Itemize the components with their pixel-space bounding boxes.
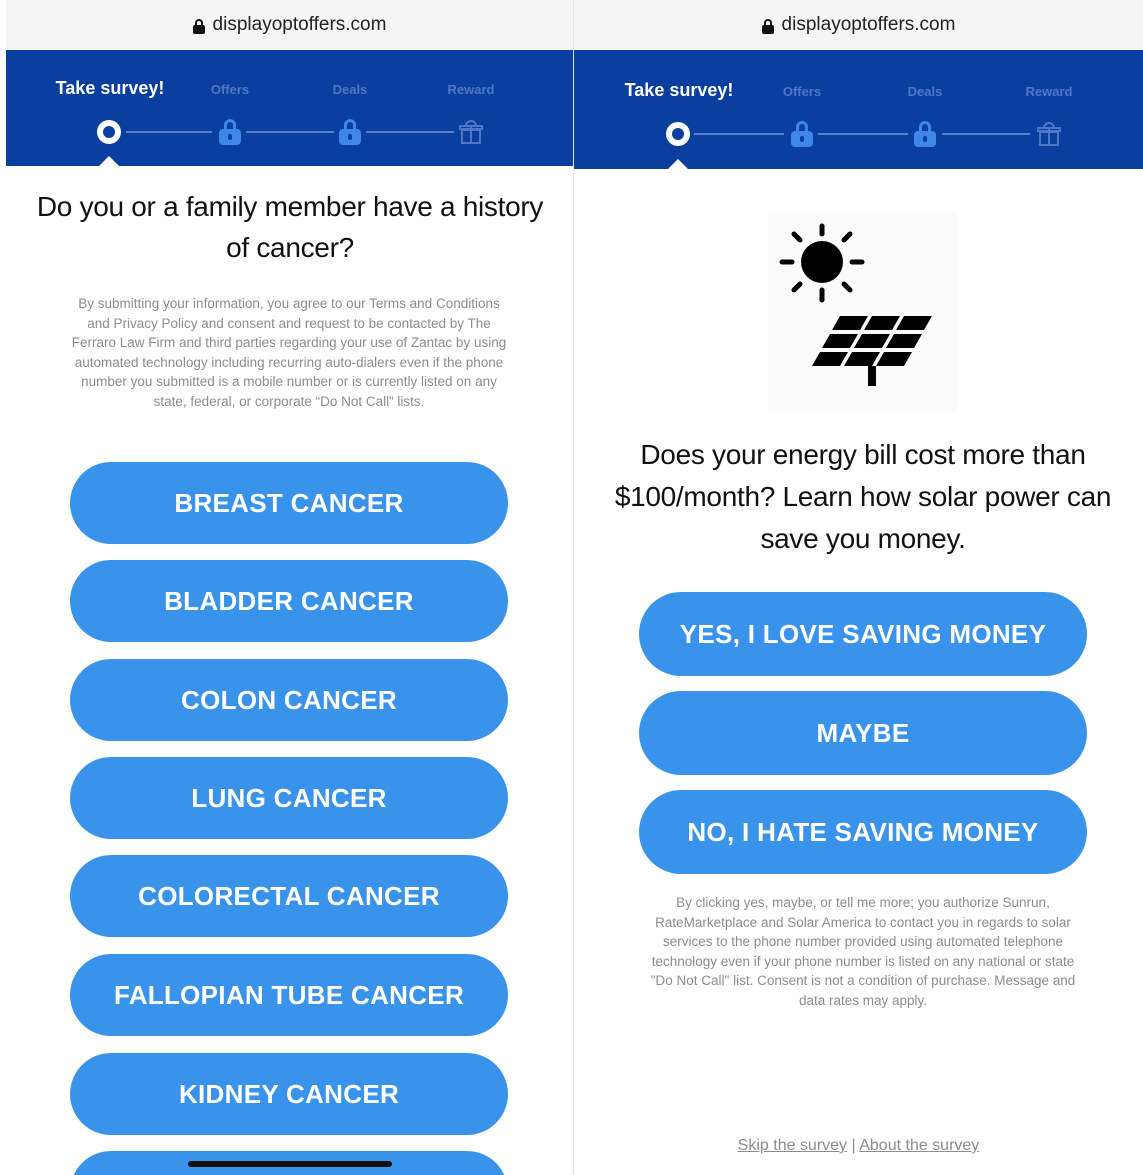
step-pointer xyxy=(98,156,120,167)
progress-line xyxy=(942,133,1030,135)
home-indicator[interactable] xyxy=(188,1161,392,1167)
answer-kidney-cancer[interactable]: KIDNEY CANCER xyxy=(70,1053,508,1135)
progress-line xyxy=(366,131,454,133)
current-step-indicator xyxy=(666,122,690,146)
lock-icon xyxy=(761,18,774,34)
step-offers: Offers xyxy=(782,84,822,99)
answer-no[interactable]: NO, I HATE SAVING MONEY xyxy=(639,790,1087,874)
answer-maybe[interactable]: MAYBE xyxy=(639,691,1087,775)
about-survey-link[interactable]: About the survey xyxy=(859,1137,979,1154)
url-bar[interactable]: displayoptoffers.com xyxy=(6,0,573,50)
progress-line xyxy=(246,131,334,133)
current-step-indicator xyxy=(97,120,121,144)
progress-header: Take survey! Offers Deals Reward xyxy=(574,50,1143,170)
footer-links: Skip the survey | About the survey xyxy=(574,1137,1143,1155)
consent-disclaimer: By clicking yes, maybe, or tell me more;… xyxy=(650,895,1076,1008)
lock-icon xyxy=(192,18,205,34)
answer-yes[interactable]: YES, I LOVE SAVING MONEY xyxy=(639,592,1087,676)
url-text: displayoptoffers.com xyxy=(212,14,387,35)
answer-lung-cancer[interactable]: LUNG CANCER xyxy=(70,757,508,839)
answer-fallopian-tube-cancer[interactable]: FALLOPIAN TUBE CANCER xyxy=(70,954,508,1036)
left-survey-screen: displayoptoffers.com Take survey! Offers… xyxy=(6,0,573,1175)
gift-icon xyxy=(1037,122,1061,146)
progress-header: Take survey! Offers Deals Reward xyxy=(6,50,573,167)
answer-colon-cancer[interactable]: COLON CANCER xyxy=(70,659,508,741)
survey-question: Do you or a family member have a history… xyxy=(36,191,544,263)
answer-breast-cancer[interactable]: BREAST CANCER xyxy=(70,462,508,544)
locked-step-icon xyxy=(339,119,361,145)
answer-colorectal-cancer[interactable]: COLORECTAL CANCER xyxy=(70,855,508,937)
consent-disclaimer: By submitting your information, you agre… xyxy=(71,296,507,409)
step-take-survey: Take survey! xyxy=(55,78,165,98)
step-deals: Deals xyxy=(907,84,943,99)
locked-step-icon xyxy=(914,121,936,147)
progress-line xyxy=(126,131,212,133)
sun-and-solar-panel-icon xyxy=(768,212,958,412)
locked-step-icon xyxy=(791,121,813,147)
survey-question: Does your energy bill cost more than $10… xyxy=(614,439,1112,554)
step-take-survey: Take survey! xyxy=(624,80,734,100)
answer-bladder-cancer[interactable]: BLADDER CANCER xyxy=(70,560,508,642)
step-pointer xyxy=(667,159,689,170)
skip-survey-link[interactable]: Skip the survey xyxy=(738,1137,847,1154)
step-offers: Offers xyxy=(210,82,250,97)
step-reward: Reward xyxy=(1025,84,1073,99)
progress-line xyxy=(694,133,784,135)
url-text: displayoptoffers.com xyxy=(781,14,956,35)
link-separator: | xyxy=(851,1137,856,1154)
gift-icon xyxy=(459,120,483,144)
url-bar[interactable]: displayoptoffers.com xyxy=(574,0,1143,50)
locked-step-icon xyxy=(219,119,241,145)
step-reward: Reward xyxy=(447,82,495,97)
right-survey-screen: displayoptoffers.com Take survey! Offers… xyxy=(574,0,1143,1175)
progress-line xyxy=(818,133,908,135)
step-deals: Deals xyxy=(332,82,368,97)
